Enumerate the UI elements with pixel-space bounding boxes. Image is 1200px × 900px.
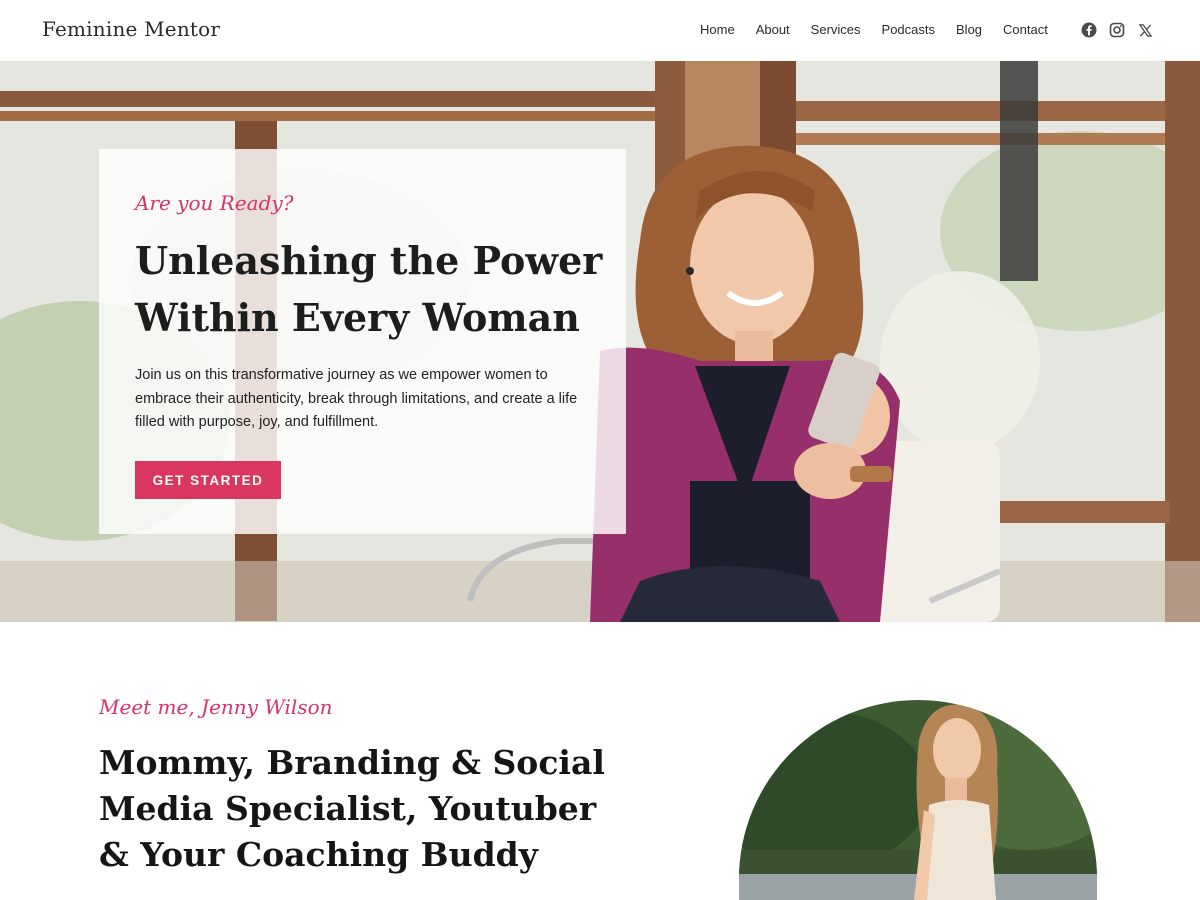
- hero-kicker: Are you Ready?: [135, 191, 294, 215]
- site-header: Feminine Mentor Home About Services Podc…: [0, 0, 1200, 61]
- portrait-photo: [739, 700, 1097, 900]
- x-icon[interactable]: [1136, 21, 1154, 39]
- portrait-image: [739, 700, 1097, 900]
- hero-description: Join us on this transformative journey a…: [135, 367, 578, 430]
- nav-blog[interactable]: Blog: [956, 22, 982, 37]
- facebook-icon[interactable]: [1080, 21, 1098, 39]
- main-nav: Home About Services Podcasts Blog Contac…: [700, 22, 1069, 37]
- hero-section: Are you Ready? Unleashing the Power With…: [0, 61, 1200, 622]
- hero-title: Unleashing the Power Within Every Woman: [135, 238, 603, 340]
- about-kicker: Meet me, Jenny Wilson: [99, 695, 333, 719]
- get-started-button[interactable]: GET STARTED: [135, 461, 281, 499]
- instagram-icon[interactable]: [1108, 21, 1126, 39]
- nav-about[interactable]: About: [756, 22, 790, 37]
- site-logo[interactable]: Feminine Mentor: [42, 17, 220, 41]
- nav-podcasts[interactable]: Podcasts: [882, 22, 935, 37]
- nav-services[interactable]: Services: [811, 22, 861, 37]
- social-links: [1080, 21, 1154, 39]
- hero-card: Are you Ready? Unleashing the Power With…: [99, 149, 626, 534]
- about-title: Mommy, Branding & Social Media Specialis…: [99, 743, 605, 874]
- nav-contact[interactable]: Contact: [1003, 22, 1048, 37]
- nav-home[interactable]: Home: [700, 22, 735, 37]
